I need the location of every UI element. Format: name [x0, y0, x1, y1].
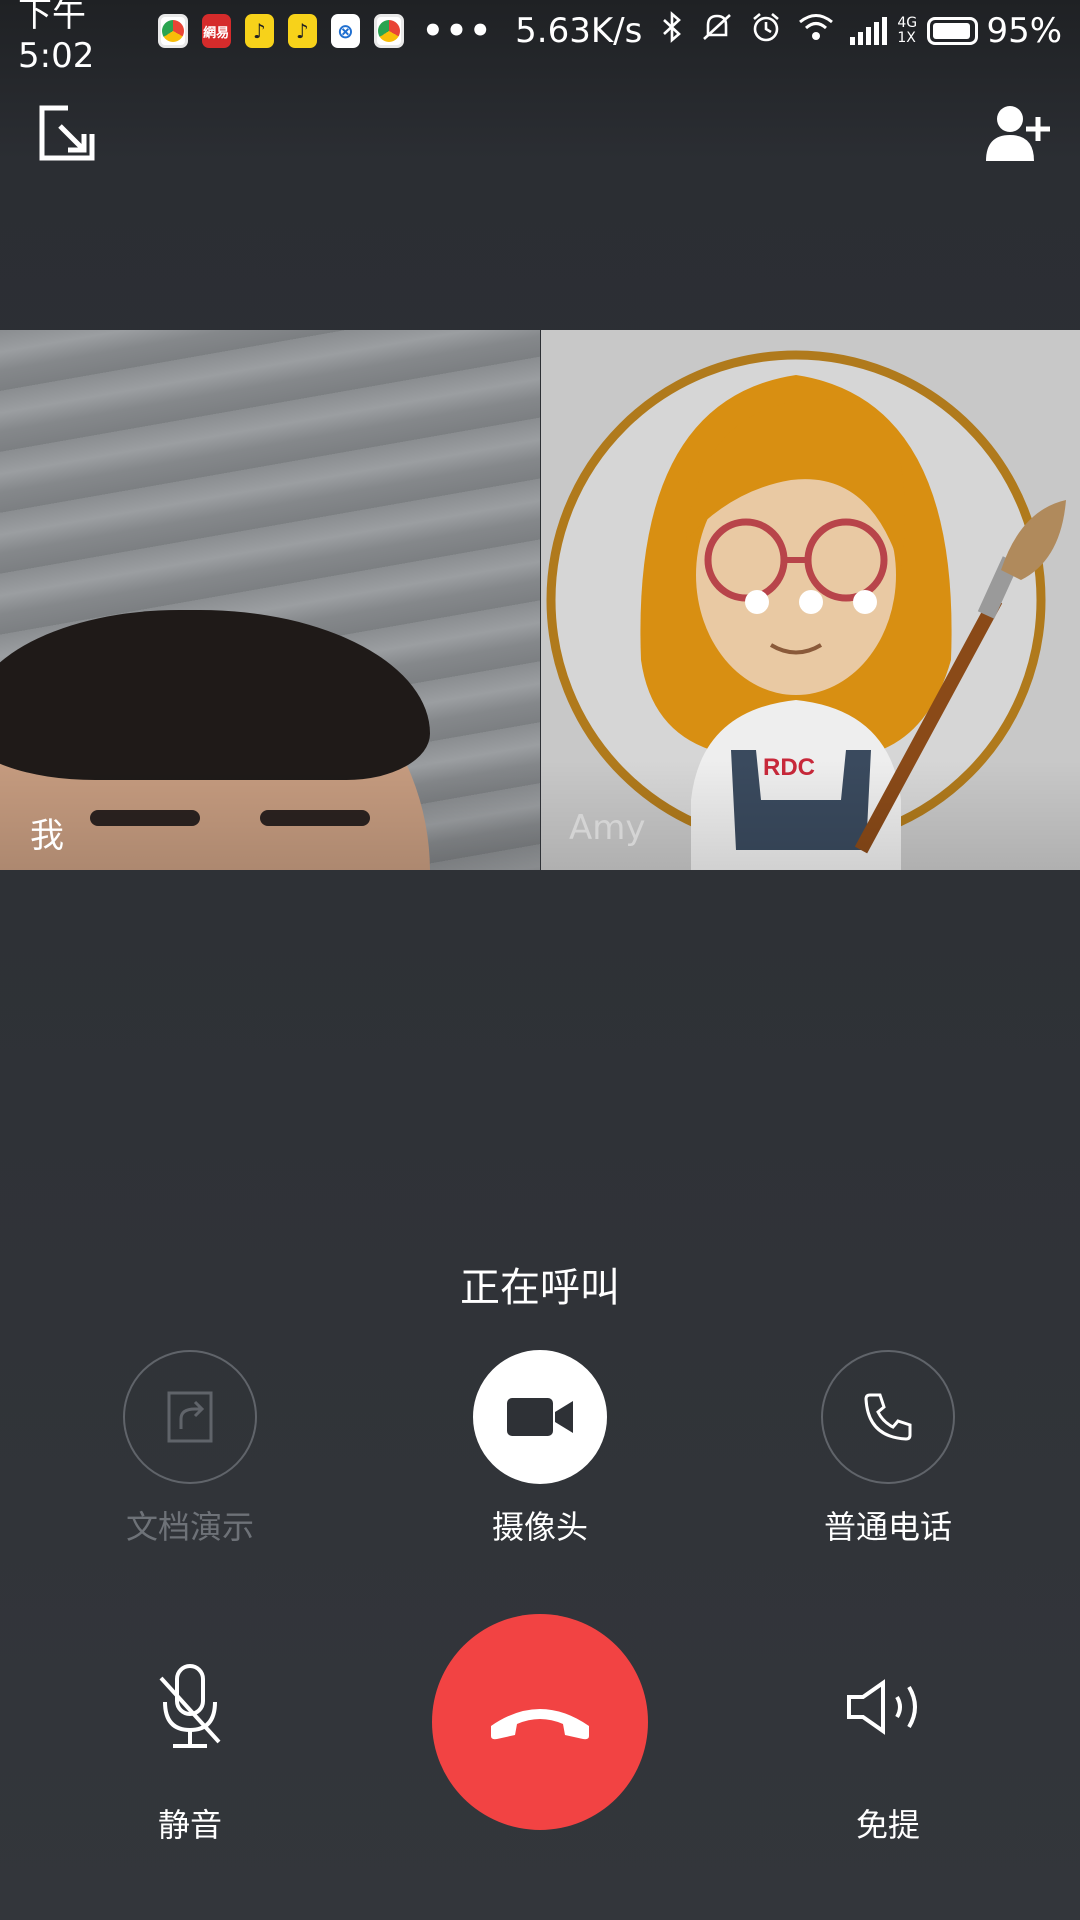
add-member-button[interactable] [984, 98, 1054, 168]
add-person-icon [986, 106, 1050, 161]
share-document-icon [167, 1391, 213, 1443]
self-video-tile[interactable]: 我 [0, 330, 540, 870]
mute-button[interactable]: 静音 [60, 1640, 320, 1846]
speaker-button[interactable]: 免提 [758, 1640, 1018, 1846]
video-call-screen: 下午5:02 網易 ♪ ♪ ⊗ ••• 5.63K/s 4G 1X 95% 我 … [0, 0, 1080, 1920]
hang-up-icon [491, 1709, 589, 1740]
self-label: 我 [30, 816, 64, 856]
call-status-text: 正在呼叫 [460, 1265, 620, 1311]
netease-app-icon: 網易 [201, 14, 231, 48]
hang-up-button[interactable] [432, 1614, 648, 1830]
camera-button[interactable]: 摄像头 [410, 1350, 670, 1548]
mute-bell-icon [700, 11, 734, 51]
share-document-circle[interactable] [123, 1350, 257, 1484]
network-type: 4G 1X [897, 15, 918, 46]
network-speed: 5.63K/s [515, 11, 643, 51]
voice-call-button[interactable]: 普通电话 [758, 1350, 1018, 1548]
tile-shade [0, 760, 540, 870]
phone-icon [864, 1393, 912, 1441]
camera-circle[interactable] [473, 1350, 607, 1484]
bluetooth-icon [660, 11, 684, 51]
alarm-icon [750, 11, 782, 51]
browser-app-icon [157, 14, 188, 48]
loading-dot [745, 590, 769, 614]
note-app-icon: ♪ [244, 14, 274, 48]
more-notifications-icon: ••• [421, 11, 494, 51]
browser-app-icon [373, 14, 404, 48]
connecting-indicator [541, 590, 1080, 614]
voice-call-label: 普通电话 [823, 1508, 952, 1546]
battery-fill [933, 23, 971, 39]
video-camera-icon [507, 1398, 573, 1436]
speaker-icon-wrap[interactable] [821, 1640, 955, 1774]
remote-video-tile[interactable]: RDC Amy [541, 330, 1080, 870]
camera-label: 摄像头 [491, 1508, 588, 1546]
wifi-icon [798, 13, 834, 49]
battery-percent: 95% [986, 11, 1063, 51]
battery-icon [927, 17, 979, 45]
remote-label: Amy [569, 808, 646, 848]
loading-dot [799, 590, 823, 614]
sync-app-icon: ⊗ [330, 14, 360, 48]
minimize-window-icon [39, 105, 95, 161]
status-time: 下午5:02 [18, 0, 95, 76]
mute-label: 静音 [157, 1806, 222, 1844]
loading-dot [853, 590, 877, 614]
speaker-icon [847, 1679, 917, 1735]
speaker-label: 免提 [855, 1806, 920, 1844]
share-document-label: 文档演示 [125, 1508, 254, 1546]
voice-call-circle[interactable] [821, 1350, 955, 1484]
microphone-off-icon [159, 1664, 221, 1748]
minimize-button[interactable] [32, 98, 102, 168]
note-app-icon: ♪ [287, 14, 317, 48]
share-document-button[interactable]: 文档演示 [60, 1350, 320, 1548]
cell-signal-icon [850, 17, 888, 45]
mute-icon-wrap[interactable] [123, 1640, 257, 1774]
status-bar: 下午5:02 網易 ♪ ♪ ⊗ ••• 5.63K/s 4G 1X 95% [0, 0, 1080, 76]
